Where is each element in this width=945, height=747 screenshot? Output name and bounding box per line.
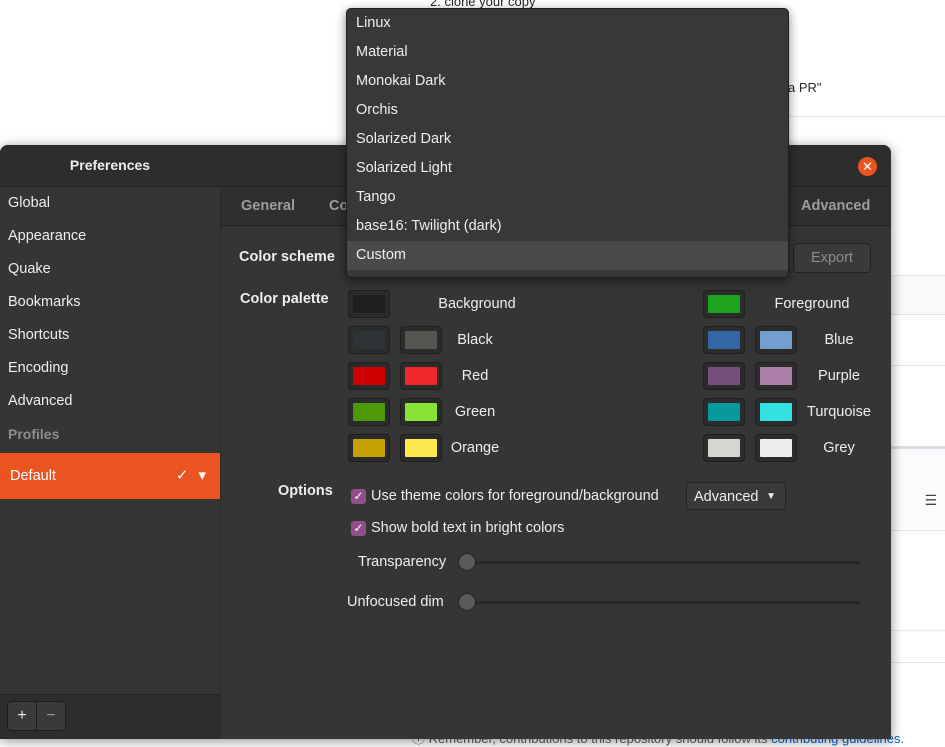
colors-mode-select[interactable]: Advanced ▼ (686, 482, 786, 510)
color-swatch-normal-color (708, 331, 740, 349)
color-swatch-bright[interactable] (400, 434, 442, 462)
colors-mode-value: Advanced (694, 489, 759, 505)
scheme-option[interactable]: Tango (347, 183, 788, 212)
color-swatch-normal-color (708, 439, 740, 457)
color-swatch-normal-color (708, 367, 740, 385)
remove-profile-button[interactable]: − (36, 702, 65, 730)
options-label: Options (278, 483, 333, 499)
color-name-label: Turquoise (807, 404, 871, 420)
color-swatch-bright-color (405, 403, 437, 421)
color-swatch-normal[interactable] (703, 326, 745, 354)
color-name-label: Purple (818, 368, 860, 384)
profile-actions: ✓ ▾ (176, 453, 206, 499)
caret-down-icon: ▼ (766, 491, 776, 502)
foreground-label: Foreground (774, 296, 850, 312)
sidebar: Preferences Global Appearance Quake Book… (0, 145, 221, 739)
scheme-option[interactable]: Orchis (347, 96, 788, 125)
background-color-button[interactable] (348, 290, 390, 318)
background-label: Background (438, 296, 516, 312)
color-swatch-bright-color (760, 439, 792, 457)
color-swatch-bright[interactable] (400, 398, 442, 426)
color-swatch-bright[interactable] (755, 434, 797, 462)
color-name-label: Green (454, 404, 496, 420)
add-profile-button[interactable]: + (8, 702, 36, 730)
color-swatch-bright[interactable] (755, 398, 797, 426)
color-swatch-bright[interactable] (400, 326, 442, 354)
profile-default-row[interactable]: Default ✓ ▾ (0, 453, 220, 499)
unfocused-dim-slider-handle[interactable] (458, 593, 476, 611)
bold-bright-checkbox[interactable]: ✓ (351, 521, 366, 536)
color-name-label: Blue (824, 332, 854, 348)
foreground-color-button[interactable] (703, 290, 745, 318)
color-swatch-normal-color (708, 403, 740, 421)
transparency-label: Transparency (358, 554, 447, 570)
color-swatch-bright[interactable] (755, 326, 797, 354)
transparency-slider[interactable] (461, 561, 860, 564)
color-palette-label: Color palette (240, 291, 329, 307)
close-button[interactable]: ✕ (858, 157, 877, 176)
color-swatch-normal[interactable] (348, 362, 390, 390)
tab-general[interactable]: General (241, 187, 295, 225)
sidebar-item-global[interactable]: Global (0, 187, 220, 220)
color-swatch-bright[interactable] (755, 362, 797, 390)
color-swatch-bright-color (405, 439, 437, 457)
sidebar-item-shortcuts[interactable]: Shortcuts (0, 319, 220, 352)
sidebar-title: Preferences (0, 145, 220, 187)
color-swatch-normal-color (353, 439, 385, 457)
tab-advanced[interactable]: Advanced (801, 187, 870, 225)
bg-divider (787, 116, 945, 117)
color-name-label: Orange (450, 440, 500, 456)
unfocused-dim-slider[interactable] (461, 601, 860, 604)
use-theme-colors-label: Use theme colors for foreground/backgrou… (371, 488, 659, 504)
sidebar-item-quake[interactable]: Quake (0, 253, 220, 286)
sidebar-item-bookmarks[interactable]: Bookmarks (0, 286, 220, 319)
color-swatch-normal[interactable] (703, 362, 745, 390)
foreground-color-button-color (708, 295, 740, 313)
color-swatch-normal-color (353, 367, 385, 385)
color-swatch-bright-color (405, 331, 437, 349)
scheme-option[interactable]: Custom (347, 241, 788, 270)
profiles-header: Profiles (8, 426, 60, 442)
scheme-option[interactable]: base16: Twilight (dark) (347, 212, 788, 241)
scheme-option[interactable]: Monokai Dark (347, 67, 788, 96)
sidebar-item-encoding[interactable]: Encoding (0, 352, 220, 385)
color-swatch-bright-color (760, 403, 792, 421)
checkmark-icon: ✓ (175, 467, 189, 484)
color-swatch-normal[interactable] (348, 434, 390, 462)
scheme-option[interactable]: Solarized Light (347, 154, 788, 183)
color-swatch-normal[interactable] (703, 398, 745, 426)
scheme-option[interactable]: Material (347, 38, 788, 67)
sidebar-footer: + − (0, 694, 220, 739)
background-color-button-color (353, 295, 385, 313)
color-swatch-normal-color (353, 331, 385, 349)
color-scheme-dropdown: Linux Material Monokai Dark Orchis Solarized… (346, 8, 789, 278)
scheme-option[interactable]: Solarized Dark (347, 125, 788, 154)
color-swatch-normal[interactable] (348, 398, 390, 426)
color-swatch-normal[interactable] (348, 326, 390, 354)
transparency-slider-handle[interactable] (458, 553, 476, 571)
color-swatch-bright[interactable] (400, 362, 442, 390)
color-name-label: Black (457, 332, 493, 348)
sidebar-item-appearance[interactable]: Appearance (0, 220, 220, 253)
sidebar-item-advanced[interactable]: Advanced (0, 385, 220, 418)
use-theme-colors-checkbox[interactable]: ✓ (351, 489, 366, 504)
sidebar-list: Global Appearance Quake Bookmarks Shortc… (0, 187, 220, 499)
profile-name: Default (10, 468, 56, 484)
color-scheme-label: Color scheme (239, 249, 335, 265)
bold-bright-label: Show bold text in bright colors (371, 520, 565, 536)
chevron-down-icon[interactable]: ▾ (198, 453, 206, 499)
unfocused-dim-label: Unfocused dim (347, 594, 444, 610)
color-name-label: Grey (823, 440, 855, 456)
color-name-label: Red (461, 368, 489, 384)
profile-buttons: + − (7, 701, 66, 731)
color-swatch-bright-color (760, 367, 792, 385)
bg-pr-text: a PR" (788, 80, 822, 95)
color-swatch-normal[interactable] (703, 434, 745, 462)
list-icon[interactable]: ☰ (924, 492, 937, 509)
color-swatch-bright-color (405, 367, 437, 385)
export-button[interactable]: Export (793, 243, 871, 273)
color-swatch-normal-color (353, 403, 385, 421)
scheme-option[interactable]: Linux (347, 9, 788, 38)
color-swatch-bright-color (760, 331, 792, 349)
